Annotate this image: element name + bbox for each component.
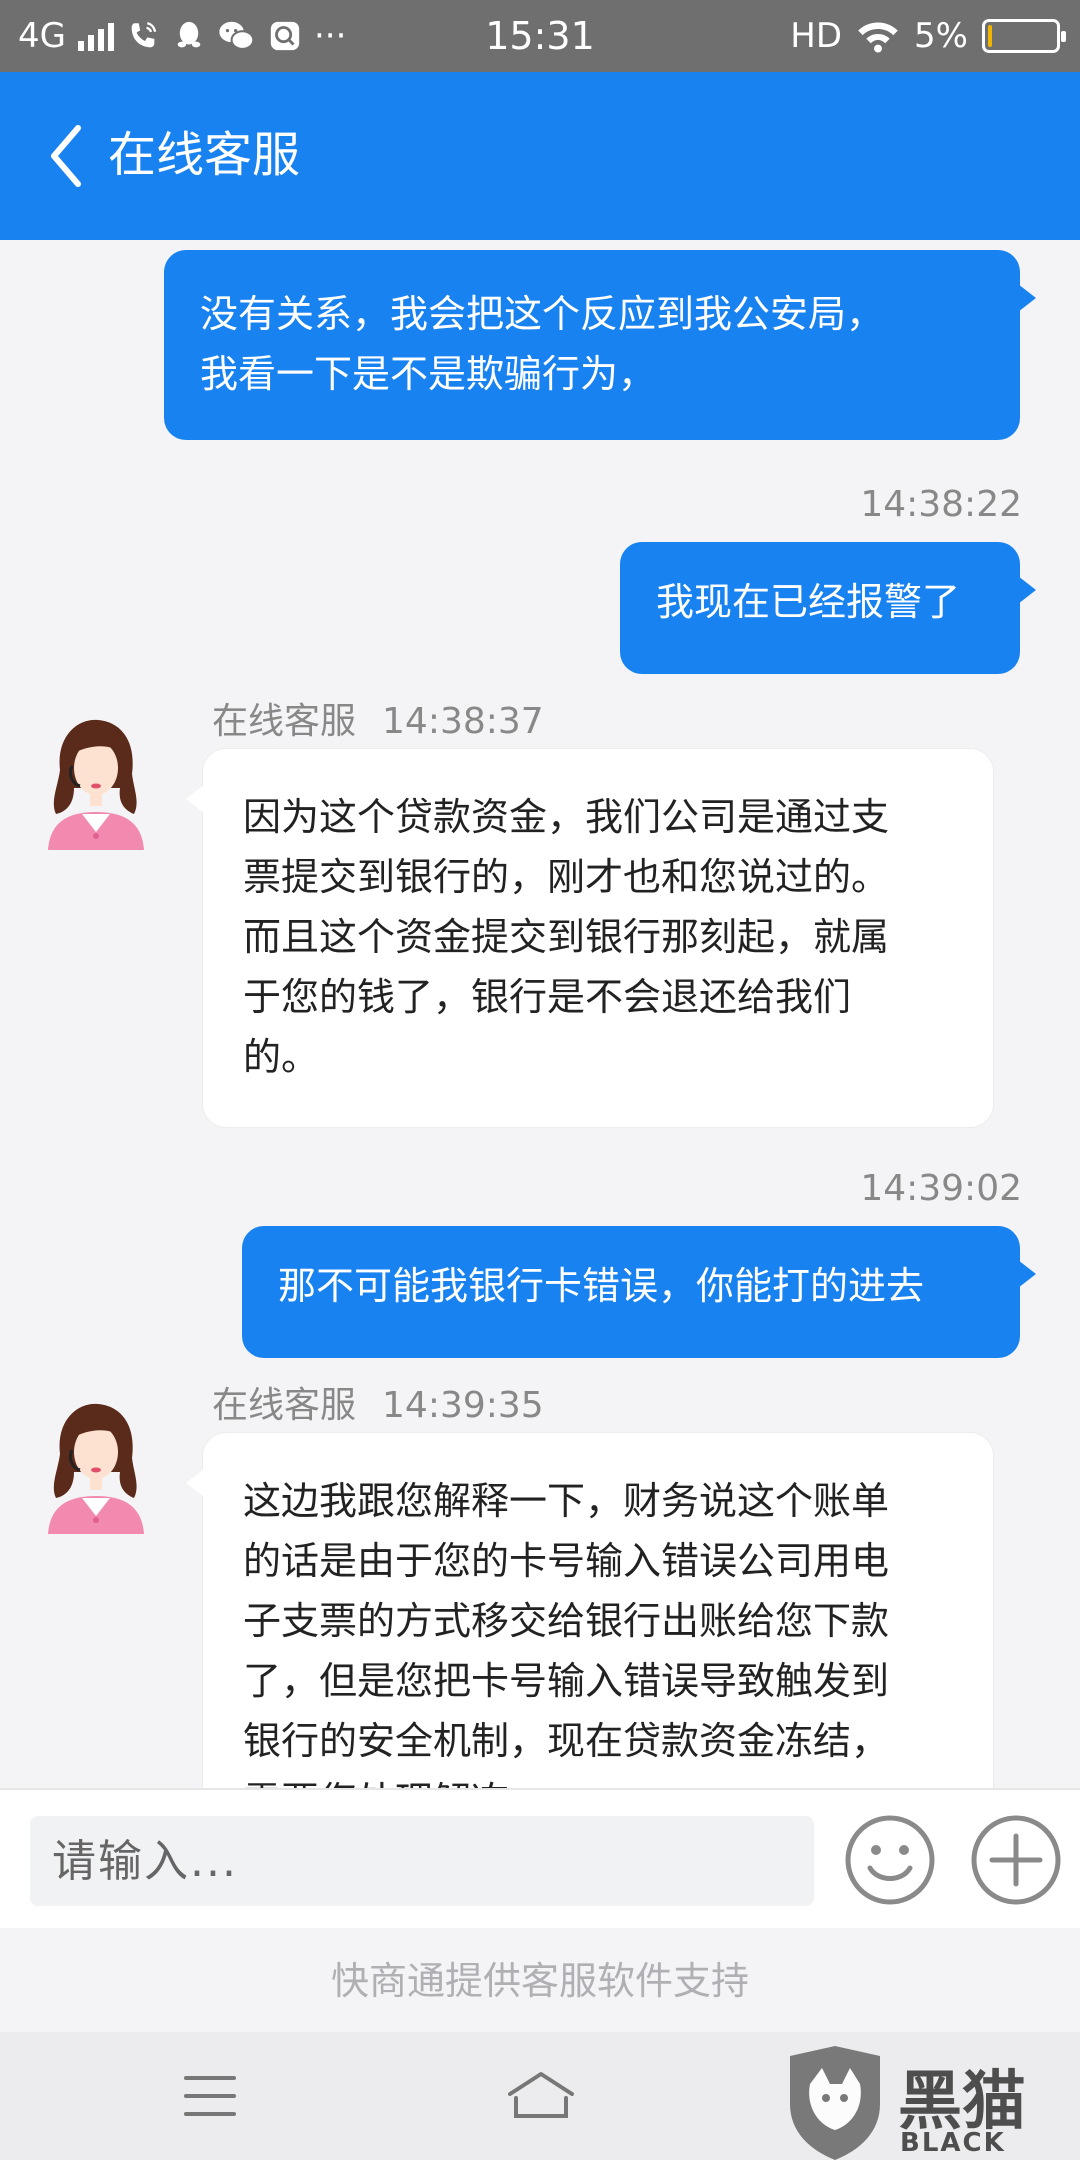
message-timestamp: 14:39:35 [382, 1385, 544, 1426]
navigation-bar: 黑猫 BLACK CAT [0, 2032, 1080, 2160]
status-right: HD 5% [790, 14, 1066, 58]
status-bar: 4G ··· 15:31 HD 5% [0, 0, 1080, 72]
home-icon [508, 2072, 574, 2118]
message-bubble-incoming[interactable]: 这边我跟您解释一下，财务说这个账单 的话是由于您的卡号输入错误公司用电 子支票的… [186, 1432, 994, 1788]
message-text: 那不可能我银行卡错误，你能打的进去 [278, 1264, 925, 1308]
message-bubble-outgoing[interactable]: 我现在已经报警了 [620, 542, 1036, 674]
battery-percent: 5% [914, 16, 968, 56]
smiley-icon [845, 1815, 935, 1905]
message-meta: 在线客服 14:38:37 [212, 692, 544, 744]
message-timestamp: 14:38:37 [382, 701, 544, 742]
message-input[interactable] [30, 1816, 814, 1906]
cat-shield-icon [790, 2046, 880, 2160]
sender-name: 在线客服 [212, 1385, 357, 1426]
add-button[interactable] [968, 1812, 1064, 1908]
message-timestamp: 14:38:22 [860, 484, 1022, 525]
home-button[interactable] [506, 2068, 576, 2124]
message-text: 因为这个贷款资金，我们公司是通过支 票提交到银行的，刚才也和您说过的。 而且这个… [243, 795, 890, 1079]
message-bubble-incoming[interactable]: 因为这个贷款资金，我们公司是通过支 票提交到银行的，刚才也和您说过的。 而且这个… [186, 748, 994, 1128]
black-cat-watermark: 黑猫 BLACK CAT [780, 2044, 1070, 2160]
powered-by-text: 快商通提供客服软件支持 [0, 1930, 1080, 2032]
menu-button[interactable] [180, 2068, 240, 2124]
message-text: 我现在已经报警了 [656, 580, 961, 624]
battery-icon [982, 19, 1066, 53]
message-timestamp: 14:39:02 [860, 1168, 1022, 1209]
sender-name: 在线客服 [212, 701, 357, 742]
message-text: 没有关系，我会把这个反应到我公安局， 我看一下是不是欺骗行为， [200, 292, 885, 396]
message-text: 这边我跟您解释一下，财务说这个账单 的话是由于您的卡号输入错误公司用电 子支票的… [243, 1479, 890, 1788]
composer [0, 1788, 1080, 1928]
menu-icon [184, 2076, 236, 2116]
chat-list[interactable]: 没有关系，我会把这个反应到我公安局， 我看一下是不是欺骗行为， 14:38:22… [0, 240, 1080, 1788]
plus-circle-icon [971, 1815, 1061, 1905]
page-title: 在线客服 [108, 127, 301, 183]
back-button[interactable] [40, 118, 100, 194]
agent-avatar [48, 719, 144, 850]
agent-avatar [48, 1403, 144, 1534]
message-bubble-outgoing[interactable]: 没有关系，我会把这个反应到我公安局， 我看一下是不是欺骗行为， [164, 250, 1036, 440]
emoji-button[interactable] [842, 1812, 938, 1908]
chevron-left-icon [51, 125, 81, 187]
watermark-sub-text: BLACK CAT [900, 2128, 1006, 2160]
wifi-icon [858, 22, 898, 53]
message-bubble-outgoing[interactable]: 那不可能我银行卡错误，你能打的进去 [242, 1226, 1036, 1358]
header: 在线客服 [0, 72, 1080, 240]
hd-indicator: HD [790, 16, 843, 56]
message-meta: 在线客服 14:39:35 [212, 1376, 544, 1428]
battery-level [988, 25, 992, 47]
